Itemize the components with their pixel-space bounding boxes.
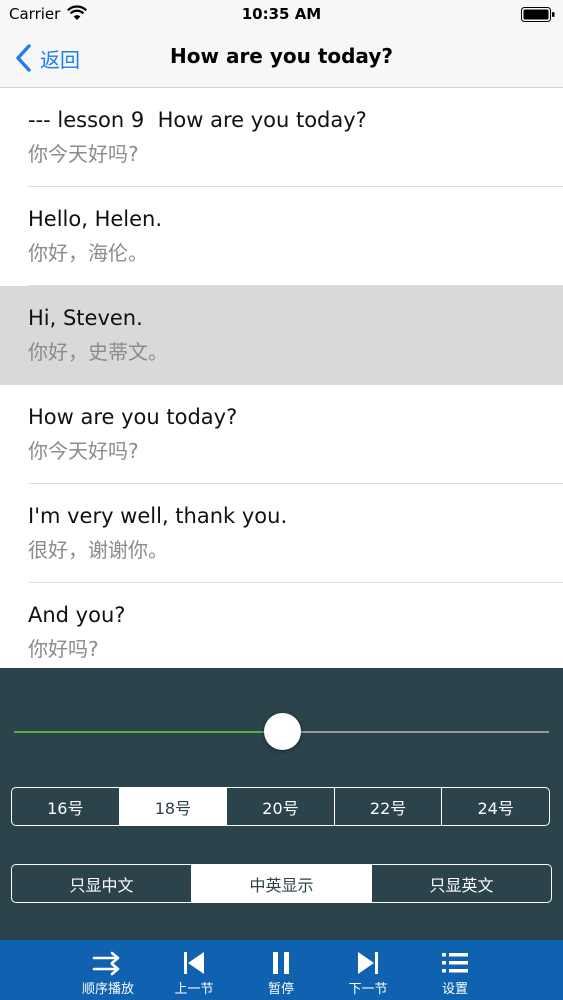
status-bar: Carrier 10:35 AM <box>0 0 563 30</box>
skip-next-icon <box>358 952 378 974</box>
page-title: How are you today? <box>170 44 393 68</box>
display-mode-chinese-only[interactable]: 只显中文 <box>12 865 191 902</box>
bottom-toolbar: 顺序播放 上一节 暂停 下一节 设置 <box>0 940 563 1000</box>
sentence-row[interactable]: How are you today? 你今天好吗? <box>0 385 563 484</box>
tab-label: 上一节 <box>174 982 214 997</box>
battery-icon <box>521 7 555 22</box>
navigation-bar: 返回 How are you today? <box>0 30 563 88</box>
progress-track-filled <box>14 731 282 733</box>
font-size-option-24[interactable]: 24号 <box>441 788 549 825</box>
tab-label: 下一节 <box>348 982 388 997</box>
sentence-row[interactable]: I'm very well, thank you. 很好，谢谢你。 <box>0 484 563 583</box>
pause-icon <box>273 952 289 974</box>
display-mode-segmented-control: 只显中文 中英显示 只显英文 <box>11 864 552 903</box>
progress-track-remaining <box>282 731 549 733</box>
sequence-play-icon <box>92 951 120 976</box>
font-size-segmented-control: 16号 18号 20号 22号 24号 <box>11 787 550 826</box>
sentence-row[interactable]: Hi, Steven. 你好，史蒂文。 <box>0 286 563 385</box>
previous-section-button[interactable]: 上一节 <box>154 940 234 1000</box>
tab-label: 暂停 <box>267 982 294 997</box>
sentence-chinese: 你今天好吗? <box>28 142 139 166</box>
settings-button[interactable]: 设置 <box>415 940 495 1000</box>
font-size-option-22[interactable]: 22号 <box>333 788 442 825</box>
sentence-chinese: 你好，史蒂文。 <box>28 340 168 364</box>
tab-label: 设置 <box>441 982 468 997</box>
font-size-option-16[interactable]: 16号 <box>12 788 119 825</box>
status-time: 10:35 AM <box>241 5 322 23</box>
sentence-english: How are you today? <box>28 405 238 429</box>
sentence-chinese: 你今天好吗? <box>28 439 139 463</box>
sentence-english: --- lesson 9 How are you today? <box>28 108 367 132</box>
sentence-row[interactable]: Hello, Helen. 你好，海伦。 <box>0 187 563 286</box>
sentence-chinese: 你好吗? <box>28 637 99 661</box>
progress-slider-thumb[interactable] <box>264 713 301 750</box>
list-settings-icon <box>442 953 468 973</box>
sentence-english: I'm very well, thank you. <box>28 504 288 528</box>
progress-slider[interactable] <box>14 712 549 752</box>
display-mode-bilingual[interactable]: 中英显示 <box>191 865 371 902</box>
sentence-english: And you? <box>28 603 126 627</box>
sentence-chinese: 很好，谢谢你。 <box>28 538 168 562</box>
font-size-option-20[interactable]: 20号 <box>226 788 334 825</box>
sentence-list[interactable]: --- lesson 9 How are you today? 你今天好吗? H… <box>0 88 563 668</box>
display-mode-english-only[interactable]: 只显英文 <box>371 865 551 902</box>
sentence-row[interactable]: And you? 你好吗? <box>0 583 563 668</box>
sentence-english: Hi, Steven. <box>28 306 143 330</box>
sequence-play-button[interactable]: 顺序播放 <box>68 940 148 1000</box>
font-size-option-18[interactable]: 18号 <box>118 788 227 825</box>
next-section-button[interactable]: 下一节 <box>328 940 408 1000</box>
tab-label: 顺序播放 <box>81 982 134 997</box>
sentence-chinese: 你好，海伦。 <box>28 241 148 265</box>
sentence-english: Hello, Helen. <box>28 207 163 231</box>
pause-button[interactable]: 暂停 <box>241 940 321 1000</box>
skip-previous-icon <box>184 952 204 974</box>
sentence-row[interactable]: --- lesson 9 How are you today? 你今天好吗? <box>0 88 563 187</box>
